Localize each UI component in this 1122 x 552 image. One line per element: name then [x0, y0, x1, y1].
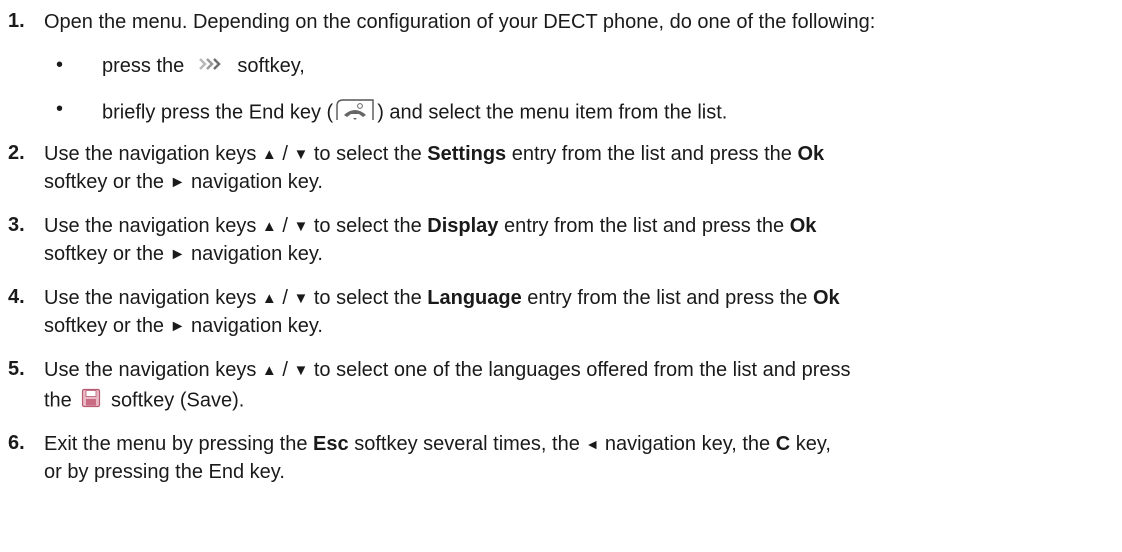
- bullet: •: [56, 54, 64, 76]
- bullet: •: [56, 98, 64, 120]
- c-key-label: C: [775, 433, 791, 455]
- save-icon: [81, 388, 101, 414]
- step-text: Exit the menu by pressing the Esc softke…: [44, 433, 831, 455]
- right-arrow-icon: ►: [169, 318, 186, 335]
- step-text: Open the menu. Depending on the configur…: [44, 11, 876, 33]
- right-arrow-icon: ►: [169, 174, 186, 191]
- up-arrow-icon: ▲: [261, 146, 277, 163]
- step-text: the softkey (Save).: [44, 388, 244, 414]
- up-arrow-icon: ▲: [261, 362, 277, 379]
- more-softkey-icon: [198, 55, 224, 79]
- step-text: softkey or the ► navigation key.: [44, 171, 323, 193]
- instructions-page: 1. Open the menu. Depending on the confi…: [0, 0, 1122, 552]
- step-text: softkey or the ► navigation key.: [44, 315, 323, 337]
- esc-softkey-label: Esc: [313, 433, 349, 455]
- down-arrow-icon: ▼: [293, 290, 309, 307]
- step-text: or by pressing the End key.: [44, 461, 285, 483]
- left-arrow-icon: ◄: [585, 436, 600, 452]
- menu-item-name: Settings: [427, 143, 507, 165]
- ok-softkey-label: Ok: [813, 287, 840, 309]
- right-arrow-icon: ►: [169, 246, 186, 263]
- step-number: 1.: [8, 10, 25, 32]
- down-arrow-icon: ▼: [293, 362, 309, 379]
- step-number: 5.: [8, 358, 25, 380]
- step-text: Use the navigation keys ▲ / ▼ to select …: [44, 143, 825, 165]
- menu-item-name: Language: [427, 287, 522, 309]
- ok-softkey-label: Ok: [797, 143, 825, 165]
- step-number: 3.: [8, 214, 25, 236]
- down-arrow-icon: ▼: [293, 218, 309, 235]
- step-text: Use the navigation keys ▲ / ▼ to select …: [44, 287, 840, 309]
- up-arrow-icon: ▲: [261, 290, 277, 307]
- step-text: softkey or the ► navigation key.: [44, 243, 323, 265]
- step-number: 2.: [8, 142, 25, 164]
- step-text: Use the navigation keys ▲ / ▼ to select …: [44, 359, 851, 381]
- step-number: 6.: [8, 432, 25, 454]
- menu-item-name: Display: [427, 215, 499, 237]
- step-text: Use the navigation keys ▲ / ▼ to select …: [44, 215, 817, 237]
- step-number: 4.: [8, 286, 25, 308]
- down-arrow-icon: ▼: [293, 146, 309, 163]
- end-key-icon: [334, 98, 376, 128]
- bullet-text-1: press the softkey,: [102, 55, 305, 79]
- bullet-text-2: briefly press the End key ( ) and select…: [102, 98, 727, 128]
- up-arrow-icon: ▲: [261, 218, 277, 235]
- ok-softkey-label: Ok: [789, 215, 817, 237]
